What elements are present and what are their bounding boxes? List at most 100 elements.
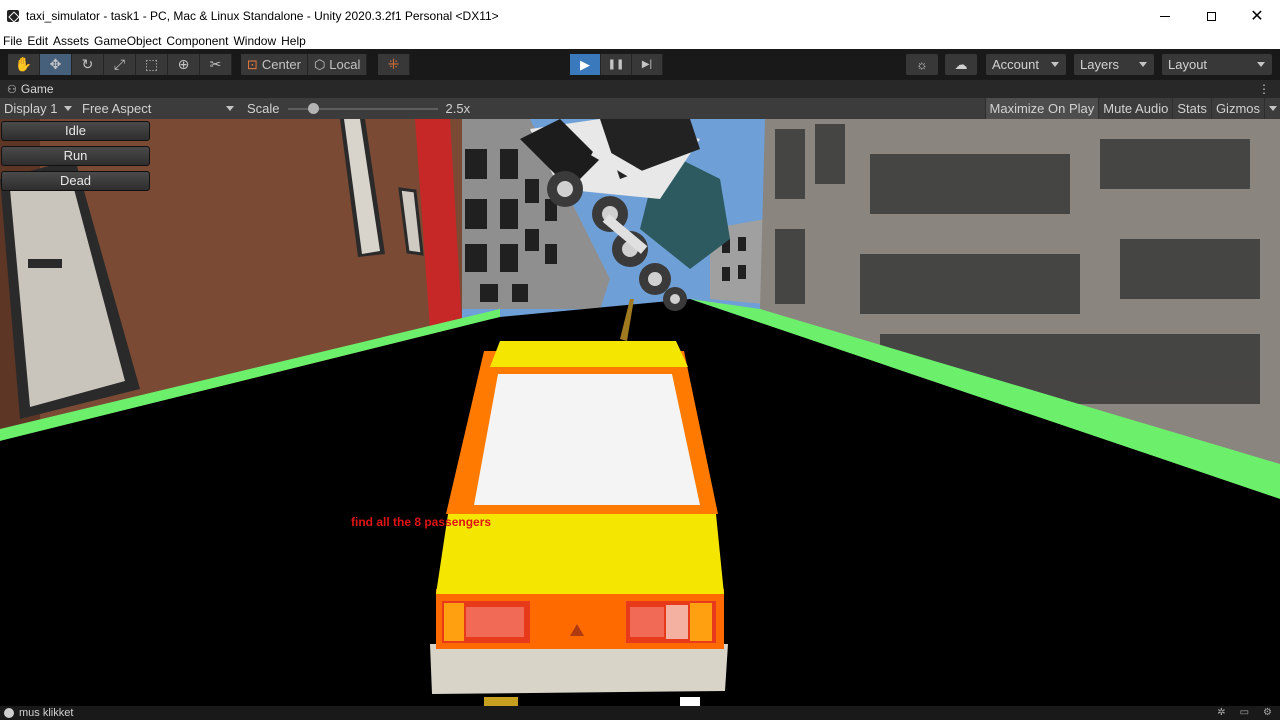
menu-help[interactable]: Help	[279, 34, 308, 48]
tab-menu-icon[interactable]: ⋮	[1258, 82, 1270, 96]
aspect-dropdown[interactable]: Free Aspect	[78, 98, 240, 119]
pause-button[interactable]: ❚❚	[601, 54, 632, 75]
door-handle	[28, 259, 62, 268]
cube-icon: ⬡	[313, 56, 326, 72]
taxi-left-light-inner	[466, 607, 524, 637]
step-icon: ▶|	[641, 59, 653, 70]
tab-game[interactable]: ⚇ Game	[0, 82, 54, 96]
hand-icon: ✋	[14, 56, 33, 72]
menu-file[interactable]: File	[1, 34, 24, 48]
pivot-space-label: Local	[329, 57, 361, 72]
scale-slider-thumb[interactable]	[308, 102, 320, 114]
services-button[interactable]: ☼	[906, 54, 938, 75]
menu-component[interactable]: Component	[164, 34, 230, 48]
game-tab-bar: ⚇ Game ⋮	[0, 80, 1280, 98]
tab-game-label: Game	[20, 82, 54, 96]
display-label: Display 1	[4, 101, 58, 116]
taxi-right-light-inner	[630, 607, 664, 637]
chevron-down-icon	[226, 106, 234, 111]
scale-slider[interactable]	[287, 102, 438, 114]
rotate-icon: ↻	[81, 56, 94, 72]
game-view-toggles: Maximize On Play Mute Audio Stats Gizmos	[984, 98, 1280, 119]
mute-audio-toggle[interactable]: Mute Audio	[1098, 98, 1172, 119]
menu-gameobject[interactable]: GameObject	[92, 34, 163, 48]
status-bar: mus klikket ✲ ▭ ⚙	[0, 706, 1280, 720]
stats-toggle[interactable]: Stats	[1172, 98, 1211, 119]
hand-tool-button[interactable]: ✋	[8, 54, 40, 75]
pivot-mode-button[interactable]: ⊡ Center	[241, 54, 308, 75]
window-title: taxi_simulator - task1 - PC, Mac & Linux…	[26, 9, 499, 23]
taxi-right-reverse	[666, 605, 688, 639]
move-icon: ✥	[49, 56, 62, 72]
cloud-button[interactable]: ☁	[945, 54, 977, 75]
transform-icon: ⊕	[177, 56, 190, 72]
layout-dropdown[interactable]: Layout	[1162, 54, 1272, 75]
display-dropdown[interactable]: Display 1	[0, 98, 78, 119]
taxi-roof-top	[490, 341, 688, 367]
bug-icon[interactable]: ✲	[1217, 707, 1225, 718]
taxi-rear-window	[474, 374, 700, 505]
custom-tool-button[interactable]: ✂	[200, 54, 232, 75]
menu-window[interactable]: Window	[231, 34, 278, 48]
transform-tools: ✋ ✥ ↻ ⤢ ⬚ ⊕ ✂	[8, 54, 232, 75]
idle-button[interactable]: Idle	[1, 121, 150, 141]
grid-snap-button[interactable]: ⁜	[378, 54, 410, 75]
game-viewport[interactable]: Idle Run Dead find all the 8 passengers	[0, 119, 1280, 706]
gizmos-dropdown[interactable]	[1264, 98, 1280, 119]
minimize-button[interactable]	[1142, 0, 1188, 32]
info-icon	[4, 708, 14, 718]
account-dropdown[interactable]: Account	[986, 54, 1066, 75]
menu-edit[interactable]: Edit	[25, 34, 50, 48]
pivot-space-button[interactable]: ⬡ Local	[307, 54, 368, 75]
maximize-on-play-toggle[interactable]: Maximize On Play	[984, 98, 1099, 119]
game-scene	[0, 119, 1280, 706]
layers-dropdown[interactable]: Layers	[1074, 54, 1154, 75]
gizmos-toggle[interactable]: Gizmos	[1210, 98, 1264, 119]
rect-tool-button[interactable]: ⬚	[136, 54, 168, 75]
game-view-options: Display 1 Free Aspect Scale 2.5x Maximiz…	[0, 98, 1280, 119]
play-icon: ▶	[580, 56, 590, 72]
scale-value: 2.5x	[445, 101, 471, 116]
scale-icon: ⤢	[113, 56, 126, 72]
play-button[interactable]: ▶	[570, 54, 601, 75]
sun-icon: ☼	[916, 57, 928, 72]
close-icon: ✕	[1250, 8, 1264, 25]
pause-icon: ❚❚	[607, 59, 625, 70]
progress-icon[interactable]: ▭	[1240, 707, 1249, 718]
maximize-icon	[1206, 11, 1216, 21]
scale-label: Scale	[247, 101, 280, 116]
road-marking-bottom-2	[680, 697, 700, 706]
close-button[interactable]: ✕	[1234, 0, 1280, 32]
scale-tool-button[interactable]: ⤢	[104, 54, 136, 75]
cloud-icon: ☁	[954, 56, 968, 72]
grid-snap-icon: ⁜	[387, 56, 400, 72]
playmode-controls: ▶ ❚❚ ▶|	[570, 54, 663, 75]
window-title-bar: taxi_simulator - task1 - PC, Mac & Linux…	[0, 0, 1280, 32]
scale-control: Scale 2.5x	[247, 98, 470, 119]
gamepad-icon: ⚇	[7, 83, 17, 96]
menu-bar: File Edit Assets GameObject Component Wi…	[0, 32, 1280, 49]
chevron-down-icon	[1051, 62, 1059, 67]
rect-icon: ⬚	[144, 56, 159, 72]
menu-assets[interactable]: Assets	[51, 34, 91, 48]
hud-objective-text: find all the 8 passengers	[351, 515, 492, 529]
chevron-down-icon	[64, 106, 72, 111]
cache-icon[interactable]: ⚙	[1263, 707, 1272, 718]
window-controls: ✕	[1142, 0, 1280, 32]
rotate-tool-button[interactable]: ↻	[72, 54, 104, 75]
chevron-down-icon	[1257, 62, 1265, 67]
dead-button[interactable]: Dead	[1, 171, 150, 191]
maximize-button[interactable]	[1188, 0, 1234, 32]
minimize-icon	[1160, 15, 1170, 17]
pivot-center-icon: ⊡	[247, 56, 258, 72]
taxi-body-lower	[430, 644, 728, 694]
account-label: Account	[992, 57, 1039, 72]
run-button[interactable]: Run	[1, 146, 150, 166]
layout-label: Layout	[1168, 57, 1208, 72]
move-tool-button[interactable]: ✥	[40, 54, 72, 75]
unity-logo-icon	[7, 10, 19, 22]
taxi-left-indicator	[444, 603, 464, 641]
status-message[interactable]: mus klikket	[19, 707, 73, 719]
step-button[interactable]: ▶|	[632, 54, 663, 75]
transform-tool-button[interactable]: ⊕	[168, 54, 200, 75]
